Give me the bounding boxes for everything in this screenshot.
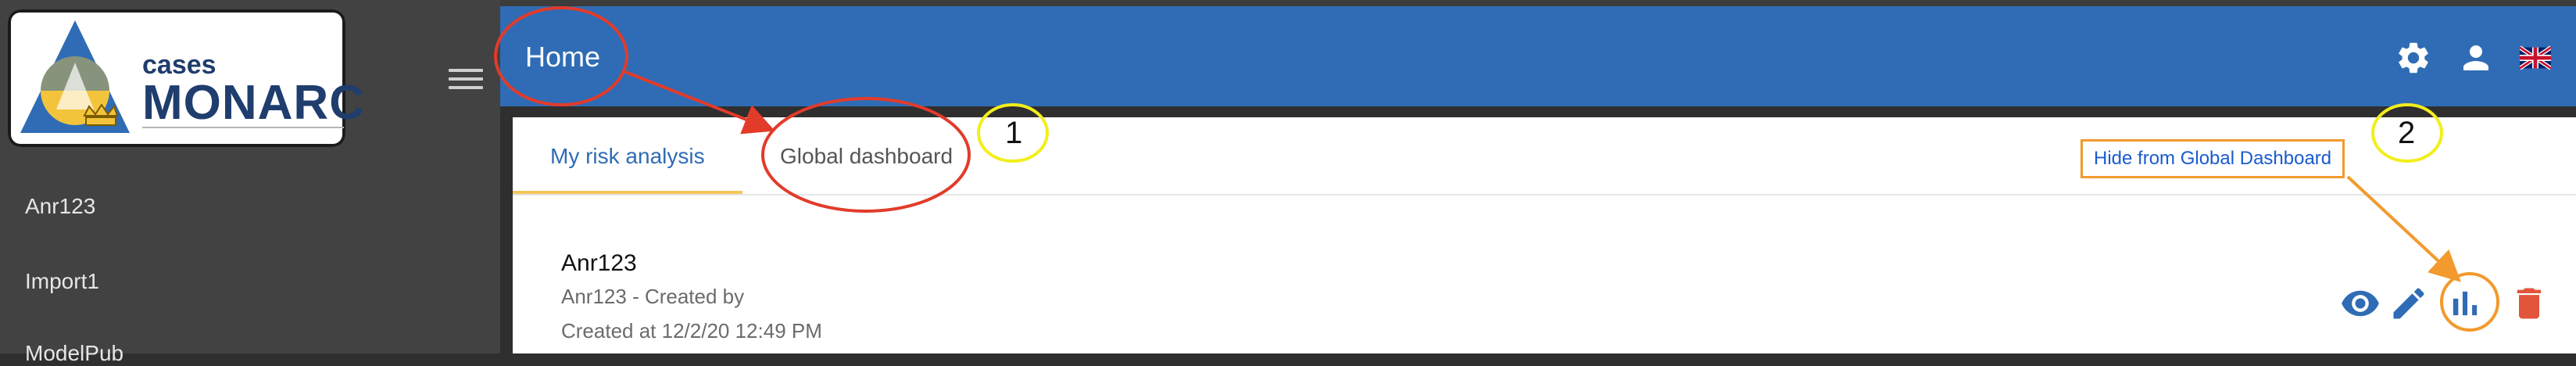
app-logo[interactable]: cases MONARC <box>8 9 364 147</box>
sidebar-item-modelpub[interactable]: ModelPub <box>25 341 123 366</box>
risk-analysis-name[interactable]: Anr123 <box>561 250 637 277</box>
main-card: My risk analysis Global dashboard Hide f… <box>513 117 2576 353</box>
logo-underline <box>142 127 344 128</box>
risk-analysis-created-date: Created at 12/2/20 12:49 PM <box>561 319 822 343</box>
uk-flag-icon[interactable] <box>2518 45 2553 70</box>
annotation-number-1: 1 <box>1005 116 1023 150</box>
tab-my-risk-analysis[interactable]: My risk analysis <box>550 144 705 169</box>
tab-divider <box>513 194 2576 196</box>
delete-icon[interactable] <box>2509 283 2549 324</box>
sidebar: cases MONARC Anr123 Import1 ModelPub <box>0 0 500 365</box>
eye-icon[interactable] <box>2340 283 2381 324</box>
logo-text-monarc: MONARC <box>142 76 365 130</box>
person-icon[interactable] <box>2457 39 2495 77</box>
page-title: Home <box>525 41 601 73</box>
top-app-bar: Home <box>500 6 2576 106</box>
bar-chart-icon[interactable] <box>2445 283 2485 324</box>
sidebar-item-import1[interactable]: Import1 <box>25 269 99 294</box>
monarc-emblem-icon <box>20 20 130 133</box>
tab-global-dashboard[interactable]: Global dashboard <box>780 144 953 169</box>
hide-from-dashboard-tooltip: Hide from Global Dashboard <box>2080 139 2345 178</box>
menu-toggle-icon[interactable] <box>449 69 483 92</box>
risk-analysis-subtitle: Anr123 - Created by <box>561 285 745 308</box>
edit-icon[interactable] <box>2388 283 2429 324</box>
sidebar-item-anr123[interactable]: Anr123 <box>25 194 95 219</box>
gear-icon[interactable] <box>2395 39 2432 77</box>
annotation-number-2: 2 <box>2398 116 2416 150</box>
